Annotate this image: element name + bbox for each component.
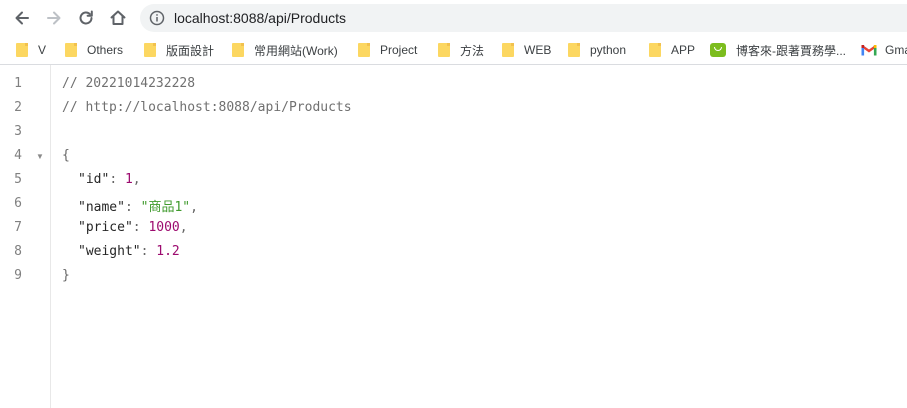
folder-icon (144, 43, 156, 57)
line-number: 8 (14, 244, 22, 259)
shop-icon (710, 43, 726, 57)
folder-icon (568, 43, 580, 57)
back-button[interactable] (8, 4, 36, 32)
json-field-name: "name": "商品1", (78, 196, 198, 215)
bookmark-app[interactable]: APP (649, 40, 695, 60)
bookmark-gmail[interactable]: Gma (861, 40, 907, 60)
folder-icon (16, 43, 28, 57)
bookmark-layout-design[interactable]: 版面設計 (144, 40, 214, 60)
bookmark-label: WEB (524, 43, 552, 57)
json-field-weight: "weight": 1.2 (78, 244, 180, 259)
info-icon[interactable] (149, 10, 165, 26)
bookmark-label: Project (380, 43, 418, 57)
bookmark-project[interactable]: Project (358, 40, 417, 60)
folder-icon (232, 43, 244, 57)
close-brace: } (62, 268, 70, 283)
comment-timestamp: // 20221014232228 (62, 76, 196, 91)
fold-toggle-icon[interactable]: ▼ (36, 152, 44, 161)
json-comma: , (190, 200, 198, 215)
json-comma: , (179, 220, 188, 235)
bookmarks-bar: V Others 版面設計 常用網站(Work) Project 方法 WEB … (0, 36, 907, 65)
bookmark-books[interactable]: 博客來-跟著賈務學... (710, 40, 846, 60)
folder-icon (649, 43, 661, 57)
folder-icon (438, 43, 450, 57)
line-number: 4 (14, 148, 22, 163)
bookmark-label: V (38, 43, 47, 57)
bookmark-others[interactable]: Others (65, 40, 123, 60)
json-value: 1.2 (156, 244, 180, 259)
url-text[interactable]: localhost:8088/api/Products (174, 10, 346, 26)
line-number: 6 (14, 196, 22, 211)
bookmark-methods[interactable]: 方法 (438, 40, 484, 60)
bookmark-label: 版面設計 (166, 43, 215, 58)
bookmark-label: python (590, 43, 627, 57)
json-value: 1000 (148, 220, 180, 235)
bookmark-python[interactable]: python (568, 40, 626, 60)
bookmark-label: Gma (885, 43, 907, 57)
arrow-right-icon (47, 11, 61, 25)
reload-button[interactable] (72, 4, 100, 32)
bookmark-label: 方法 (460, 43, 485, 58)
folder-icon (65, 43, 77, 57)
address-bar[interactable]: localhost:8088/api/Products (140, 4, 907, 32)
line-number: 9 (14, 268, 22, 283)
bookmark-web[interactable]: WEB (502, 40, 551, 60)
comment-url: // http://localhost:8088/api/Products (62, 100, 352, 115)
reload-icon (79, 10, 93, 25)
json-comma: , (132, 172, 141, 187)
line-number: 7 (14, 220, 22, 235)
json-key: "id" (78, 172, 110, 187)
json-separator: : (124, 200, 141, 215)
bookmark-v[interactable]: V (16, 40, 46, 60)
forward-button[interactable] (40, 4, 68, 32)
home-icon (110, 10, 126, 25)
folder-icon (502, 43, 514, 57)
line-number: 5 (14, 172, 22, 187)
line-number: 2 (14, 100, 22, 115)
bookmark-label: APP (671, 43, 696, 57)
line-number: 1 (14, 76, 22, 91)
line-number-gutter: 1 2 3 4 ▼ 5 6 7 8 9 (0, 65, 51, 408)
json-separator: : (109, 172, 125, 187)
gmail-icon (861, 45, 877, 56)
bookmark-label: 常用網站(Work) (254, 43, 338, 58)
browser-toolbar: localhost:8088/api/Products (0, 0, 907, 36)
json-key: "weight" (78, 244, 141, 259)
open-brace: { (62, 148, 70, 163)
json-value: "商品1" (140, 200, 191, 215)
json-separator: : (132, 220, 149, 235)
arrow-left-icon (15, 11, 29, 25)
json-key: "name" (78, 200, 125, 215)
line-number: 3 (14, 124, 22, 139)
json-key: "price" (78, 220, 133, 235)
bookmark-label: Others (87, 43, 124, 57)
json-separator: : (140, 244, 157, 259)
bookmark-label: 博客來-跟著賈務學... (736, 43, 846, 58)
json-value: 1 (124, 172, 133, 187)
json-field-id: "id": 1, (78, 172, 141, 187)
home-button[interactable] (104, 4, 132, 32)
json-viewer: 1 2 3 4 ▼ 5 6 7 8 9 // 20221014232228 //… (0, 65, 907, 408)
bookmark-common-sites[interactable]: 常用網站(Work) (232, 40, 338, 60)
json-field-price: "price": 1000, (78, 220, 188, 235)
folder-icon (358, 43, 370, 57)
